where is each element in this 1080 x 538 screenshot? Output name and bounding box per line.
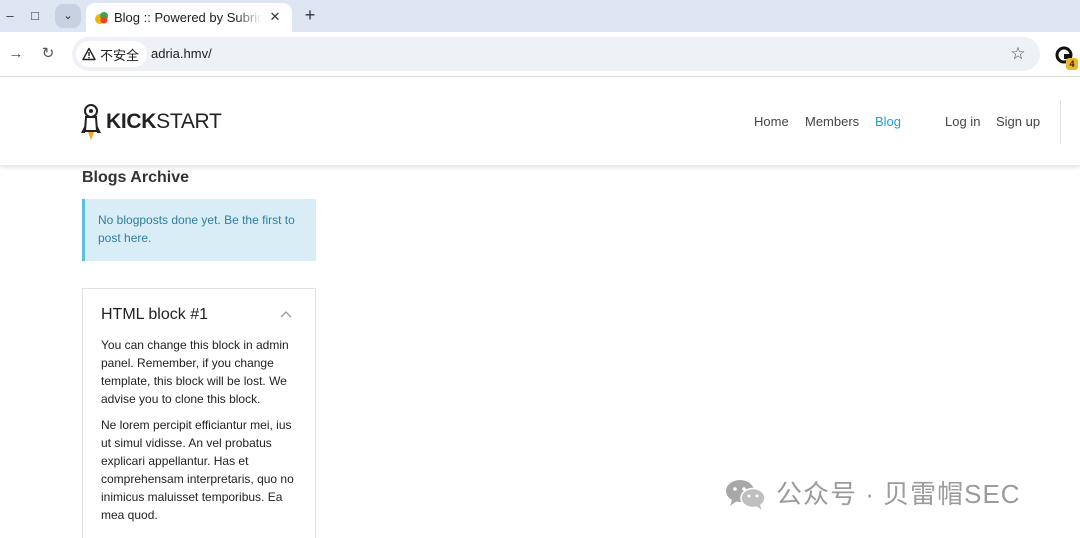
block-paragraph: You can change this block in admin panel… xyxy=(101,338,289,406)
subrion-favicon-icon xyxy=(95,12,108,24)
warning-triangle-icon xyxy=(82,47,96,61)
security-label: 不安全 xyxy=(100,47,140,63)
browser-toolbar: → ↻ 不安全 adria.hmv/ ☆ xyxy=(0,32,1080,77)
watermark-text: 公众号 · 贝雷帽SEC xyxy=(776,479,1021,509)
window-restore-button[interactable]: □ xyxy=(25,6,45,26)
tab-title: Blog :: Powered by Subrion xyxy=(114,10,262,25)
tab-search-button[interactable]: ⌄ xyxy=(55,4,81,28)
page-title: Blogs Archive xyxy=(82,169,189,186)
site-logo[interactable]: KICKSTART xyxy=(80,103,222,141)
nav-home-link[interactable]: Home xyxy=(754,113,789,131)
url-text[interactable]: adria.hmv/ xyxy=(151,45,212,63)
html-block-panel: HTML block #1 You can change this block … xyxy=(82,288,316,538)
nav-members-link[interactable]: Members xyxy=(805,113,859,131)
rocket-logo-icon xyxy=(81,104,101,140)
nav-divider xyxy=(1060,100,1061,144)
security-indicator[interactable]: 不安全 xyxy=(76,41,148,67)
nav-login-link[interactable]: Log in xyxy=(945,113,980,131)
block-paragraph: Ne lorem percipit efficiantur mei, ius u… xyxy=(101,418,294,522)
browser-tab-active[interactable]: Blog :: Powered by Subrion ✕ xyxy=(86,3,292,32)
logo-light-text: START xyxy=(156,110,222,133)
new-tab-button[interactable]: + xyxy=(300,5,320,25)
window-minimize-button[interactable]: – xyxy=(0,6,20,26)
block-title: HTML block #1 xyxy=(101,306,208,323)
bookmark-star-icon[interactable]: ☆ xyxy=(1008,44,1028,64)
browser-tabstrip: – □ ⌄ Blog :: Powered by Subrion ✕ + xyxy=(0,0,1080,32)
nav-blog-link[interactable]: Blog xyxy=(875,113,901,131)
info-alert: No blogposts done yet. Be the first to p… xyxy=(82,199,316,261)
nav-signup-link[interactable]: Sign up xyxy=(996,113,1040,131)
address-bar[interactable]: 不安全 adria.hmv/ ☆ xyxy=(72,37,1040,71)
chevron-up-icon[interactable] xyxy=(279,309,293,319)
logo-wordmark: KICKSTART xyxy=(106,103,222,141)
extension-badge: 4 xyxy=(1066,58,1078,70)
site-header: KICKSTART Home Members Blog Log in Sign … xyxy=(0,78,1080,166)
reload-icon[interactable]: ↻ xyxy=(37,43,59,65)
wechat-icon xyxy=(726,480,766,510)
extension-icon[interactable]: 4 xyxy=(1054,45,1078,70)
watermark: 公众号 · 贝雷帽SEC xyxy=(724,476,1021,512)
forward-icon[interactable]: → xyxy=(5,43,27,65)
logo-bold-text: KICK xyxy=(106,110,157,133)
tab-close-icon[interactable]: ✕ xyxy=(266,8,284,26)
